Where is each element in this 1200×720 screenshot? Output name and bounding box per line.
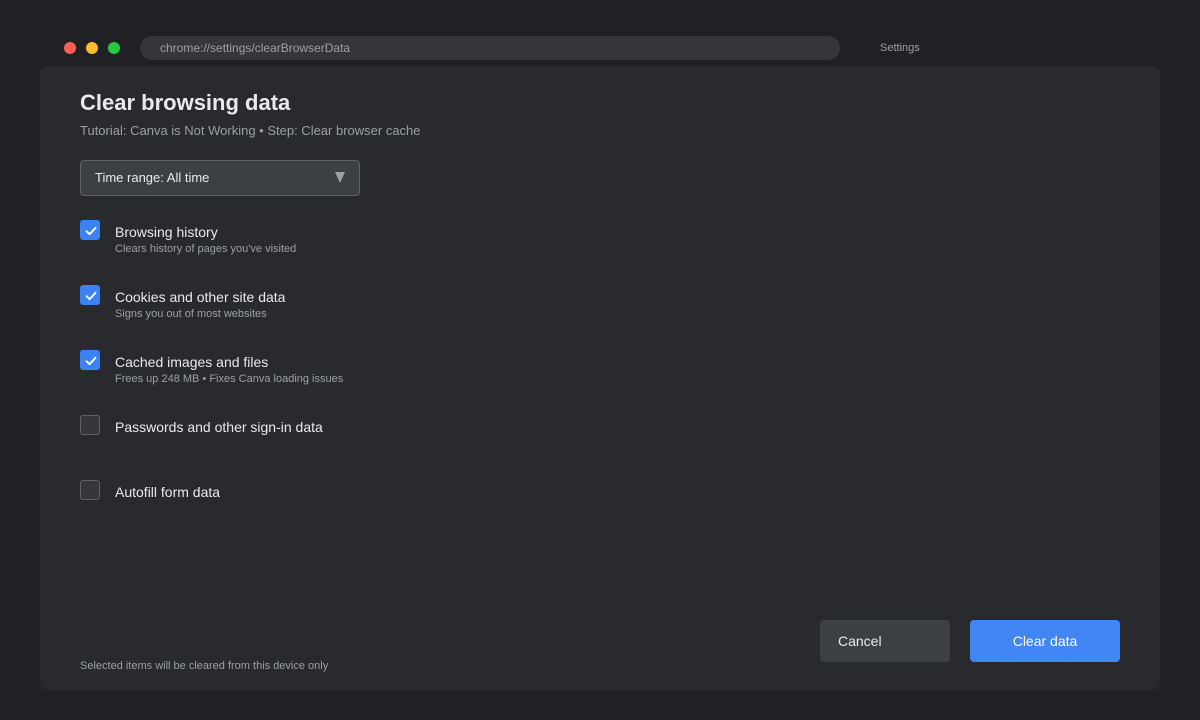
checkmark-icon [85, 356, 97, 366]
option-cookies[interactable]: Cookies and other site data Signs you ou… [80, 285, 680, 329]
checkmark-icon [85, 226, 97, 236]
window-titlebar: chrome://settings/clearBrowserData Setti… [0, 0, 1200, 66]
minimize-window-button[interactable] [86, 42, 98, 54]
maximize-window-button[interactable] [108, 42, 120, 54]
tab-settings[interactable]: Settings [880, 42, 920, 54]
option-label: Cached images and files [115, 354, 269, 370]
option-description: Signs you out of most websites [115, 308, 267, 320]
cookies-checkbox[interactable] [80, 285, 100, 305]
option-browsing-history[interactable]: Browsing history Clears history of pages… [80, 220, 680, 264]
clear-browsing-data-dialog: Clear browsing data Tutorial: Canva is N… [40, 66, 1160, 690]
option-label: Cookies and other site data [115, 289, 286, 305]
passwords-checkbox[interactable] [80, 415, 100, 435]
cancel-button[interactable]: Cancel [820, 620, 950, 662]
dialog-title: Clear browsing data [80, 90, 291, 115]
option-label: Passwords and other sign-in data [115, 419, 323, 435]
option-autofill[interactable]: Autofill form data [80, 480, 680, 524]
option-description: Frees up 248 MB • Fixes Canva loading is… [115, 373, 344, 385]
tutorial-subtitle: Tutorial: Canva is Not Working • Step: C… [80, 123, 421, 138]
option-cached-images[interactable]: Cached images and files Frees up 248 MB … [80, 350, 680, 394]
time-range-label: Time range: All time [95, 170, 210, 185]
time-range-select[interactable]: Time range: All time [80, 160, 360, 196]
browsing-history-checkbox[interactable] [80, 220, 100, 240]
checkmark-icon [85, 291, 97, 301]
option-label: Autofill form data [115, 484, 221, 500]
footer-note: Selected items will be cleared from this… [80, 660, 329, 672]
option-description: Clears history of pages you've visited [115, 243, 297, 255]
option-passwords[interactable]: Passwords and other sign-in data [80, 415, 680, 459]
chevron-down-icon [335, 172, 345, 183]
option-label: Browsing history [115, 224, 218, 240]
cached-images-checkbox[interactable] [80, 350, 100, 370]
close-window-button[interactable] [64, 42, 76, 54]
autofill-checkbox[interactable] [80, 480, 100, 500]
clear-data-button[interactable]: Clear data [970, 620, 1120, 662]
address-bar[interactable]: chrome://settings/clearBrowserData [140, 36, 840, 60]
